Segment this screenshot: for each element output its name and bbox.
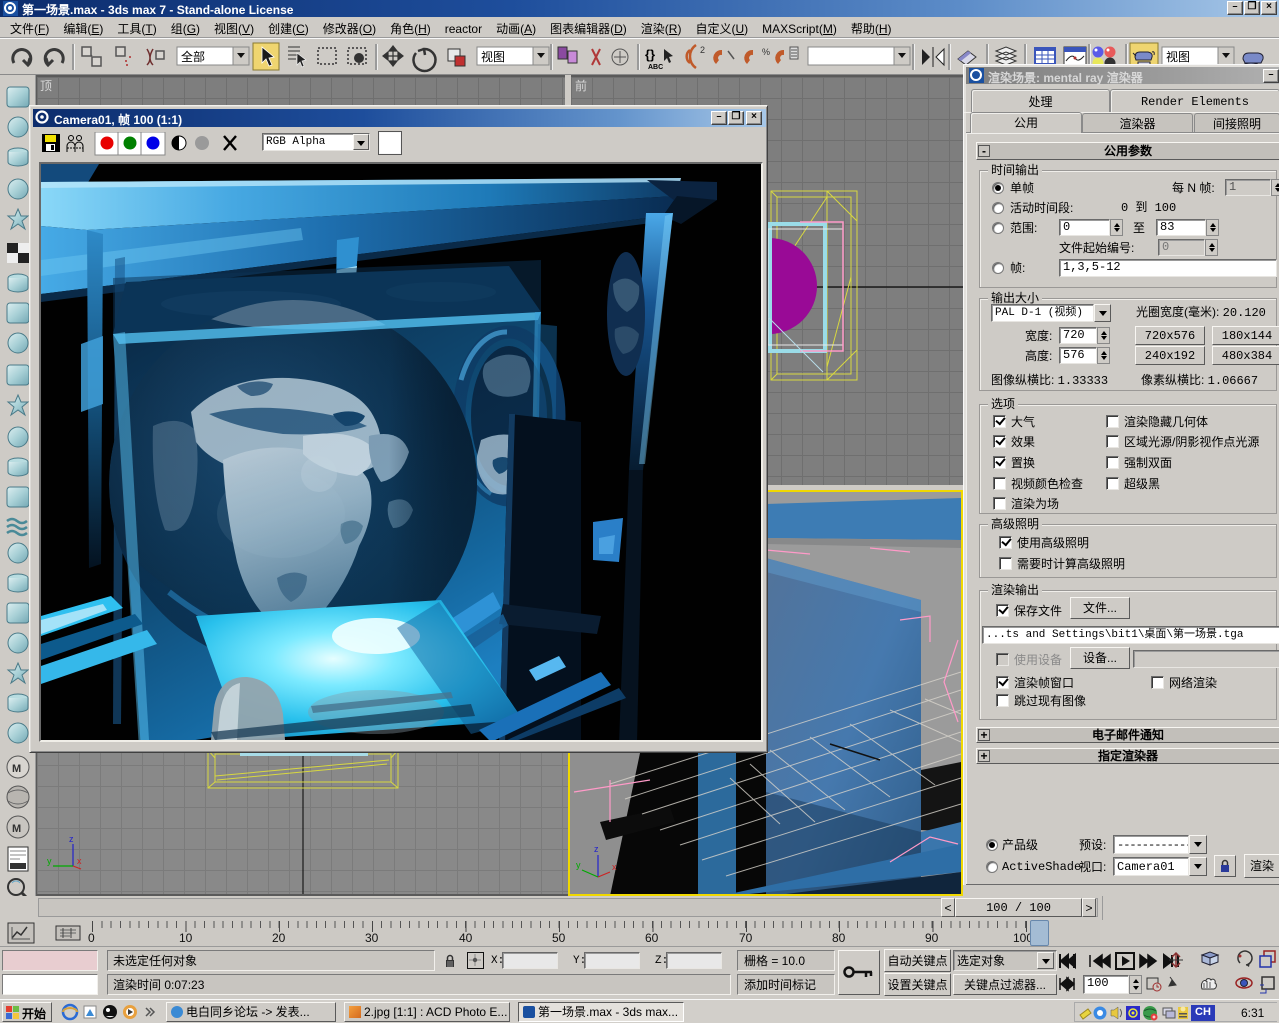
svg-text:x: x	[77, 856, 82, 866]
svg-text:z: z	[69, 834, 74, 844]
svg-text:全部: 全部	[181, 49, 205, 64]
svg-text:M: M	[12, 763, 21, 775]
svg-text:{}: {}	[645, 47, 655, 62]
svg-text:%: %	[762, 47, 770, 57]
svg-text:视图: 视图	[1166, 49, 1190, 64]
svg-text:ABC: ABC	[648, 64, 663, 71]
svg-text:y: y	[47, 856, 52, 866]
svg-text:x: x	[612, 862, 617, 872]
svg-text:y: y	[576, 860, 581, 870]
svg-text:z: z	[594, 844, 599, 854]
svg-text:2: 2	[700, 45, 705, 55]
svg-text:视图: 视图	[481, 49, 505, 64]
svg-text:M: M	[12, 823, 21, 835]
